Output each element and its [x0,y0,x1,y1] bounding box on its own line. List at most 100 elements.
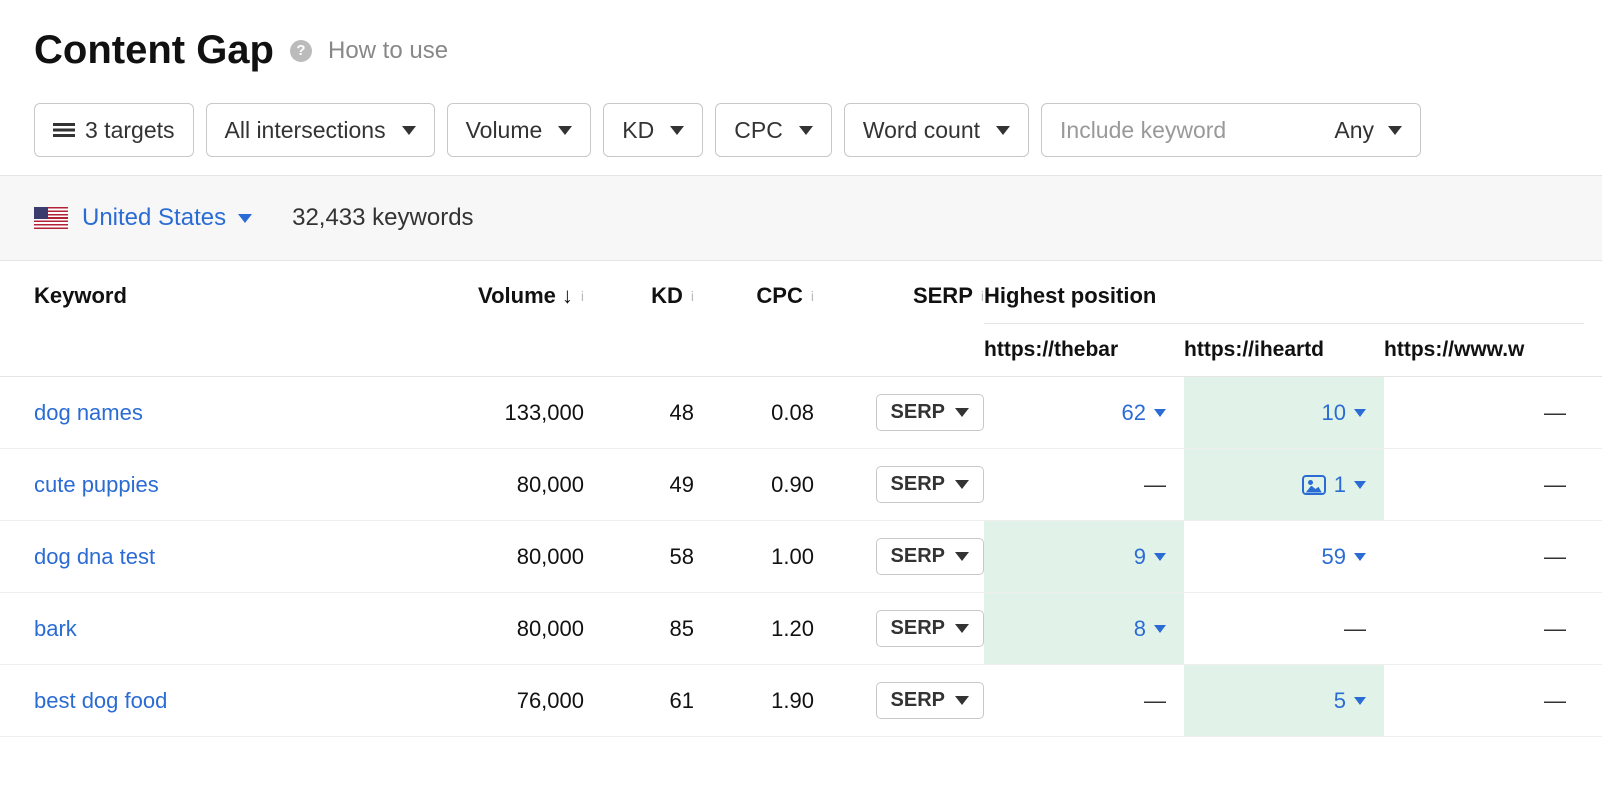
target-col-1[interactable]: https://iheartd [1184,324,1384,376]
help-icon[interactable]: ? [290,40,312,62]
position-number: 62 [1122,400,1146,426]
table-row: dog names133,000480.08SERP6210— [0,377,1602,449]
chevron-down-icon [1354,553,1366,561]
volume-cell: 80,000 [434,544,584,570]
include-keyword-placeholder: Include keyword [1060,117,1226,144]
filters-row: 3 targets All intersections Volume KD CP… [34,103,1568,157]
chevron-down-icon [1354,409,1366,417]
keyword-link[interactable]: bark [34,616,77,641]
include-keyword-filter[interactable]: Include keyword Any [1041,103,1421,157]
cpc-cell: 0.08 [694,400,814,426]
position-value[interactable]: 59 [1322,544,1366,570]
position-cell: — [1384,521,1584,592]
serp-cell: SERP [814,538,984,575]
volume-cell: 76,000 [434,688,584,714]
targets-filter[interactable]: 3 targets [34,103,194,157]
cpc-cell: 1.90 [694,688,814,714]
position-cell: — [984,449,1184,520]
targets-filter-label: 3 targets [85,117,175,144]
position-cell[interactable]: 5 [1184,665,1384,736]
position-empty: — [1544,472,1566,498]
word-count-filter[interactable]: Word count [844,103,1029,157]
volume-filter[interactable]: Volume [447,103,592,157]
col-highest-position: Highest position [984,283,1584,323]
col-keyword[interactable]: Keyword [34,283,434,331]
position-empty: — [1544,688,1566,714]
position-value[interactable]: 10 [1322,400,1366,426]
col-volume[interactable]: Volume↓i [434,283,584,331]
col-cpc[interactable]: CPCi [694,283,814,331]
position-value[interactable]: 1 [1302,472,1366,498]
keyword-link[interactable]: dog dna test [34,544,155,569]
position-cell[interactable]: 10 [1184,377,1384,448]
page-title: Content Gap [34,28,274,73]
chevron-down-icon [955,696,969,705]
position-empty: — [1544,616,1566,642]
position-value[interactable]: 9 [1134,544,1166,570]
chevron-down-icon [558,126,572,135]
position-cell[interactable]: 9 [984,521,1184,592]
position-cell: — [1384,593,1584,664]
serp-button[interactable]: SERP [876,610,984,647]
keyword-cell: dog dna test [34,544,434,570]
position-value[interactable]: 5 [1334,688,1366,714]
volume-cell: 80,000 [434,616,584,642]
serp-button[interactable]: SERP [876,538,984,575]
position-cell[interactable]: 59 [1184,521,1384,592]
col-keyword-label: Keyword [34,283,127,309]
include-keyword-any-label: Any [1334,117,1374,144]
col-serp[interactable]: SERPi [814,283,984,331]
table-row: best dog food76,000611.90SERP—5— [0,665,1602,737]
serp-button[interactable]: SERP [876,466,984,503]
chevron-down-icon [1354,481,1366,489]
keyword-link[interactable]: dog names [34,400,143,425]
keyword-count: 32,433 keywords [292,204,473,232]
position-number: 9 [1134,544,1146,570]
chevron-down-icon [955,624,969,633]
kd-cell: 48 [584,400,694,426]
chevron-down-icon [955,408,969,417]
chevron-down-icon [955,552,969,561]
keyword-link[interactable]: cute puppies [34,472,159,497]
serp-cell: SERP [814,610,984,647]
keyword-cell: best dog food [34,688,434,714]
kd-cell: 58 [584,544,694,570]
serp-button-label: SERP [891,689,945,712]
position-number: 8 [1134,616,1146,642]
serp-button[interactable]: SERP [876,682,984,719]
how-to-use-link[interactable]: How to use [328,37,448,65]
kd-cell: 61 [584,688,694,714]
position-value[interactable]: 62 [1122,400,1166,426]
keyword-table: Keyword Volume↓i KDi CPCi SERPi Highest … [0,261,1602,737]
position-value[interactable]: 8 [1134,616,1166,642]
volume-cell: 80,000 [434,472,584,498]
chevron-down-icon [670,126,684,135]
serp-button-label: SERP [891,545,945,568]
position-cell[interactable]: 1 [1184,449,1384,520]
col-kd[interactable]: KDi [584,283,694,331]
target-col-2[interactable]: https://www.w [1384,324,1584,376]
serp-cell: SERP [814,682,984,719]
col-cpc-label: CPC [756,283,802,309]
keyword-cell: bark [34,616,434,642]
position-cell[interactable]: 62 [984,377,1184,448]
cpc-cell: 1.20 [694,616,814,642]
table-row: dog dna test80,000581.00SERP959— [0,521,1602,593]
chevron-down-icon [402,126,416,135]
position-empty: — [1344,616,1366,642]
volume-cell: 133,000 [434,400,584,426]
keyword-link[interactable]: best dog food [34,688,167,713]
col-volume-label: Volume [478,283,556,309]
cpc-filter[interactable]: CPC [715,103,832,157]
kd-filter[interactable]: KD [603,103,703,157]
kd-cell: 49 [584,472,694,498]
country-bar: United States 32,433 keywords [0,175,1602,261]
position-cell[interactable]: 8 [984,593,1184,664]
intersections-filter[interactable]: All intersections [206,103,435,157]
target-col-0[interactable]: https://thebar [984,324,1184,376]
flag-icon [34,207,68,229]
serp-button[interactable]: SERP [876,394,984,431]
serp-button-label: SERP [891,617,945,640]
country-select[interactable]: United States [82,204,252,232]
kd-filter-label: KD [622,117,654,144]
